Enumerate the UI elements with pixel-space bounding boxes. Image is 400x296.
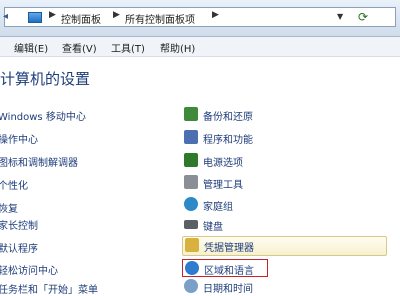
item-credential-manager[interactable]: 凭据管理器 — [182, 236, 387, 256]
item-programs-features[interactable]: 程序和功能 — [182, 129, 387, 147]
item-backup-restore[interactable]: 备份和还原 — [182, 106, 387, 124]
item-recovery[interactable]: 恢复 — [0, 200, 18, 215]
breadcrumb-control-panel[interactable]: 控制面板 — [61, 11, 101, 26]
backup-icon — [184, 107, 198, 121]
item-label: 键盘 — [203, 222, 223, 233]
item-mobility-center[interactable]: Windows 移动中心 — [0, 108, 86, 123]
credential-icon — [185, 238, 199, 252]
breadcrumb-all-items[interactable]: 所有控制面板项 — [125, 11, 195, 26]
item-date-time[interactable]: 日期和时间 — [182, 278, 387, 296]
control-panel-icon — [28, 12, 42, 23]
item-personalization[interactable]: 个性化 — [0, 177, 28, 192]
address-bar: ◂ ▶ 控制面板 ▶ 所有控制面板项 ▶ ▼ ⟳ — [0, 0, 400, 37]
item-label: 区域和语言 — [204, 266, 254, 277]
page-title: 计算机的设置 — [0, 70, 91, 88]
breadcrumb-separator-icon[interactable]: ▶ — [212, 10, 219, 20]
item-homegroup[interactable]: 家庭组 — [182, 196, 387, 214]
back-history-icon[interactable]: ◂ — [3, 11, 19, 25]
chevron-down-icon[interactable]: ▼ — [337, 12, 343, 21]
globe-icon — [185, 261, 199, 275]
item-label: 凭据管理器 — [204, 243, 254, 254]
item-label: 程序和功能 — [203, 135, 253, 146]
item-label: 家庭组 — [203, 202, 233, 213]
item-keyboard[interactable]: 键盘 — [182, 216, 387, 234]
menu-edit[interactable]: 编辑(E) — [14, 40, 48, 55]
item-label: 备份和还原 — [203, 112, 253, 123]
power-icon — [184, 153, 198, 167]
item-power-options[interactable]: 电源选项 — [182, 152, 387, 170]
item-region-language[interactable]: 区域和语言 — [182, 259, 268, 277]
item-admin-tools[interactable]: 管理工具 — [182, 174, 387, 192]
item-default-programs[interactable]: 默认程序 — [0, 240, 38, 255]
menu-tools[interactable]: 工具(T) — [111, 40, 145, 55]
programs-icon — [184, 130, 198, 144]
refresh-icon[interactable]: ⟳ — [355, 10, 371, 24]
item-label: 管理工具 — [203, 180, 243, 191]
menu-view[interactable]: 查看(V) — [62, 40, 97, 55]
item-label: 电源选项 — [203, 158, 243, 169]
item-phone-modem[interactable]: 图标和调制解调器 — [0, 154, 78, 169]
admin-tools-icon — [184, 175, 198, 189]
homegroup-icon — [184, 197, 198, 211]
address-field[interactable]: ◂ ▶ 控制面板 ▶ 所有控制面板项 ▶ ▼ ⟳ — [3, 7, 396, 27]
item-parental-controls[interactable]: 家长控制 — [0, 217, 38, 232]
clock-icon — [184, 279, 198, 293]
breadcrumb-separator-icon[interactable]: ▶ — [49, 10, 56, 20]
breadcrumb-separator-icon[interactable]: ▶ — [113, 10, 120, 20]
keyboard-icon — [184, 220, 198, 229]
menu-bar: 编辑(E) 查看(V) 工具(T) 帮助(H) — [0, 37, 400, 57]
item-label: 日期和时间 — [203, 284, 253, 295]
item-action-center[interactable]: 操作中心 — [0, 131, 38, 146]
item-ease-of-access[interactable]: 轻松访问中心 — [0, 262, 58, 277]
menu-help[interactable]: 帮助(H) — [160, 40, 195, 55]
